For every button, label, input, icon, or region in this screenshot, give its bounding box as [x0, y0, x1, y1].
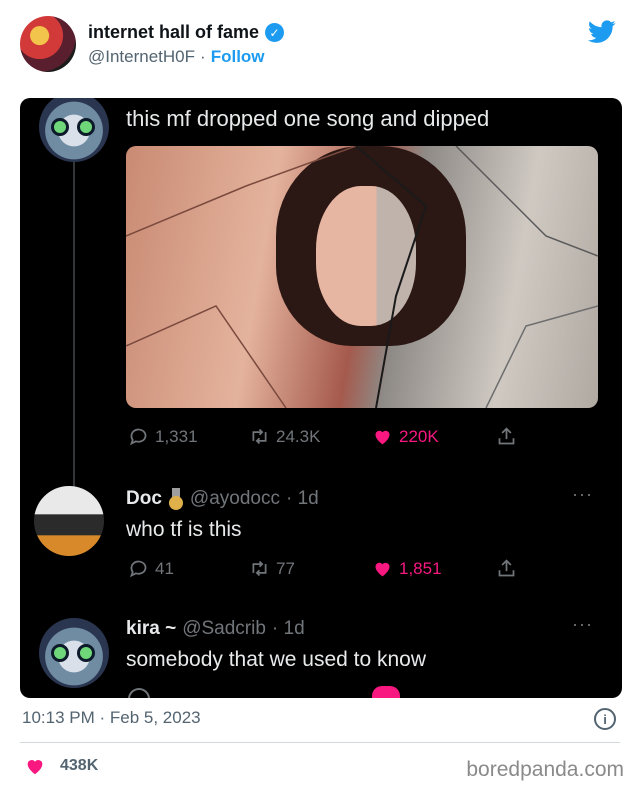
retweet-count: 24.3K	[276, 426, 321, 446]
share-icon	[498, 427, 515, 445]
reply-author-handle[interactable]: @Sadcrib	[182, 618, 266, 640]
kira-avatar-top[interactable]	[39, 98, 109, 162]
heart-icon	[372, 686, 400, 698]
retweet-icon	[252, 428, 267, 445]
share-action[interactable]	[496, 426, 517, 447]
reply-time: · 1d	[271, 618, 305, 639]
tweet-timestamp[interactable]: 10:13 PM · Feb 5, 2023	[22, 708, 201, 728]
like-count: 438K	[60, 757, 99, 774]
more-options-icon[interactable]: ···	[572, 484, 593, 505]
follow-button[interactable]: Follow	[211, 47, 265, 67]
retweet-icon	[252, 560, 267, 577]
twitter-bird-icon[interactable]	[588, 20, 616, 44]
reply-author-name[interactable]: Doc	[126, 488, 162, 510]
reply-icon	[129, 560, 147, 578]
reply-action[interactable]: 1,331	[128, 426, 198, 447]
reply-count: 1,331	[155, 426, 198, 446]
kira-avatar[interactable]	[39, 618, 109, 688]
avatar-eye	[77, 118, 95, 136]
meme-image[interactable]	[126, 146, 598, 408]
cropped-action-row	[128, 686, 548, 698]
retweet-action[interactable]: 24.3K	[249, 426, 320, 447]
info-icon[interactable]: i	[594, 708, 616, 730]
avatar-eye	[51, 644, 69, 662]
share-icon	[498, 559, 515, 577]
verified-badge-icon: ✓	[265, 23, 285, 42]
reply-author-handle[interactable]: @ayodocc	[190, 488, 280, 510]
reply-icon	[128, 688, 150, 698]
heart-icon	[375, 562, 390, 577]
avatar-eye	[77, 644, 95, 662]
footer-divider	[20, 742, 620, 743]
reply-time: · 1d	[285, 488, 319, 509]
reply-text: who tf is this	[126, 518, 242, 541]
like-action[interactable]: 220K	[372, 426, 439, 447]
author-avatar[interactable]	[20, 16, 76, 72]
reply-header-kira: kira ~ @Sadcrib · 1d	[126, 618, 305, 640]
like-count: 1,851	[399, 558, 442, 578]
avatar-eye	[51, 118, 69, 136]
reply-author-name[interactable]: kira ~	[126, 618, 176, 640]
reply-icon	[129, 428, 147, 446]
retweet-action[interactable]: 77	[249, 558, 295, 579]
author-handle-row: @InternetH0F · Follow	[88, 47, 265, 67]
reply-header-doc: Doc @ayodocc · 1d	[126, 488, 319, 510]
like-summary[interactable]: 438K	[24, 755, 98, 777]
main-tweet-text: this mf dropped one song and dipped	[126, 106, 490, 131]
meme-geometric-lines	[126, 146, 598, 408]
author-name-row: internet hall of fame ✓	[88, 22, 285, 43]
reply-text: somebody that we used to know	[126, 648, 427, 671]
share-action[interactable]	[496, 558, 517, 579]
author-handle[interactable]: @InternetH0F	[88, 47, 195, 67]
embedded-screenshot: this mf dropped one song and dipped 1,33…	[20, 98, 622, 698]
doc-avatar[interactable]	[34, 486, 104, 556]
heart-icon	[375, 430, 390, 445]
more-options-icon[interactable]: ···	[572, 614, 593, 635]
author-name[interactable]: internet hall of fame	[88, 22, 259, 43]
medal-icon	[168, 488, 184, 510]
watermark: boredpanda.com	[466, 758, 624, 781]
retweet-count: 77	[276, 558, 295, 578]
reply-action[interactable]: 41	[128, 558, 174, 579]
reply-count: 41	[155, 558, 174, 578]
heart-icon	[27, 760, 43, 775]
separator-dot: ·	[200, 47, 206, 66]
like-action[interactable]: 1,851	[372, 558, 442, 579]
like-count: 220K	[399, 426, 439, 446]
tweet-header: internet hall of fame ✓ @InternetH0F · F…	[20, 14, 620, 76]
